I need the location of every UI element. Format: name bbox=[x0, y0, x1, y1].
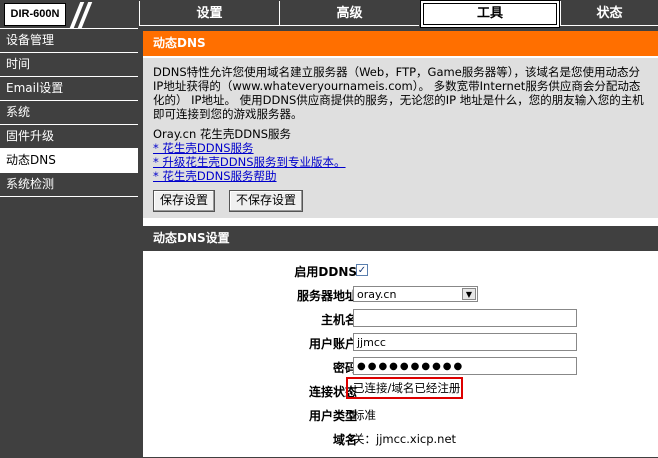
user-label: 用户账户 bbox=[308, 337, 357, 351]
description-line: 即可连接到您的游戏服务器。 bbox=[153, 107, 303, 121]
server-select-value: oray.cn bbox=[357, 288, 397, 301]
description-line: 化的） IP地址。 使用DDNS供应商提供的服务，无论您的IP 地址是什么，您的… bbox=[153, 93, 644, 107]
provider-text: Oray.cn 花生壳DDNS服务 bbox=[153, 127, 292, 141]
connection-status-value: 已连接/域名已经注册 bbox=[346, 377, 463, 399]
password-input[interactable]: ●●●●●●●●●● bbox=[353, 357, 577, 375]
host-input[interactable] bbox=[353, 309, 577, 327]
top-bar: DIR-600N 设置 高级 工具 状态 bbox=[0, 0, 658, 28]
tab-tools[interactable]: 工具 bbox=[420, 0, 560, 28]
help-link[interactable]: * 花生壳DDNS服务帮助 bbox=[153, 169, 648, 183]
host-row: 主机名 : bbox=[143, 309, 658, 329]
sidebar-item-system[interactable]: 系统 bbox=[0, 101, 138, 125]
ddns-settings-panel: 动态DNS设置 启用DDNS : ✓ 服务器地址 : oray.cn ▼ 主机名… bbox=[143, 226, 658, 457]
sidebar-item-device-admin[interactable]: 设备管理 bbox=[0, 29, 138, 53]
server-row: 服务器地址 : oray.cn ▼ bbox=[143, 285, 658, 305]
sidebar: 设备管理 时间 Email设置 系统 固件升级 动态DNS 系统检测 bbox=[0, 28, 138, 458]
host-label: 主机名 bbox=[320, 313, 357, 327]
enable-row: 启用DDNS : ✓ bbox=[143, 261, 658, 281]
main-content: 动态DNS DDNS特性允许您使用域名建立服务器（Web，FTP，Game服务器… bbox=[143, 31, 658, 457]
sidebar-item-system-check[interactable]: 系统检测 bbox=[0, 173, 138, 197]
ddns-info-panel: 动态DNS DDNS特性允许您使用域名建立服务器（Web，FTP，Game服务器… bbox=[143, 31, 658, 218]
sidebar-item-time[interactable]: 时间 bbox=[0, 53, 138, 77]
upgrade-link[interactable]: * 升级花生壳DDNS服务到专业版本。 bbox=[153, 155, 648, 169]
ddns-description: DDNS特性允许您使用域名建立服务器（Web，FTP，Game服务器等），该域名… bbox=[143, 58, 658, 121]
server-label: 服务器地址 bbox=[296, 289, 357, 303]
tab-advanced[interactable]: 高级 bbox=[279, 1, 419, 26]
chevron-down-icon: ▼ bbox=[462, 288, 476, 300]
tab-setup[interactable]: 设置 bbox=[139, 1, 279, 26]
save-button[interactable]: 保存设置 bbox=[153, 190, 216, 212]
usertype-value: 标准 bbox=[353, 408, 376, 422]
domain-row: 域名 : 关：jjmcc.xicp.net bbox=[143, 429, 658, 449]
provider-block: Oray.cn 花生壳DDNS服务 * 花生壳DDNS服务 * 升级花生壳DDN… bbox=[143, 121, 658, 183]
dont-save-button[interactable]: 不保存设置 bbox=[229, 190, 304, 212]
ddns-info-title: 动态DNS bbox=[143, 31, 658, 58]
enable-checkbox[interactable]: ✓ bbox=[356, 264, 368, 276]
sidebar-item-email[interactable]: Email设置 bbox=[0, 77, 138, 101]
enable-label: 启用DDNS bbox=[294, 265, 357, 279]
user-row: 用户账户 : jjmcc bbox=[143, 333, 658, 353]
ddns-service-link[interactable]: * 花生壳DDNS服务 bbox=[153, 141, 648, 155]
tab-status[interactable]: 状态 bbox=[560, 1, 658, 26]
username-input[interactable]: jjmcc bbox=[353, 333, 577, 351]
ddns-settings-title: 动态DNS设置 bbox=[143, 226, 658, 251]
model-label: DIR-600N bbox=[4, 3, 66, 26]
description-line: IP地址获得的（www.whateveryournameis.com）。 多数宽… bbox=[153, 79, 641, 93]
description-line: DDNS特性允许您使用域名建立服务器（Web，FTP，Game服务器等），该域名… bbox=[153, 65, 641, 79]
brand-area: DIR-600N bbox=[0, 0, 138, 28]
usertype-row: 用户类型 : 标准 bbox=[143, 405, 658, 425]
server-select[interactable]: oray.cn ▼ bbox=[353, 286, 478, 302]
domain-value: 关：jjmcc.xicp.net bbox=[353, 432, 457, 446]
sidebar-item-firmware[interactable]: 固件升级 bbox=[0, 125, 138, 149]
sidebar-item-ddns[interactable]: 动态DNS bbox=[0, 149, 138, 173]
status-row: 连接状态 : 已连接/域名已经注册 bbox=[143, 377, 658, 401]
password-row: 密码 : ●●●●●●●●●● bbox=[143, 357, 658, 377]
